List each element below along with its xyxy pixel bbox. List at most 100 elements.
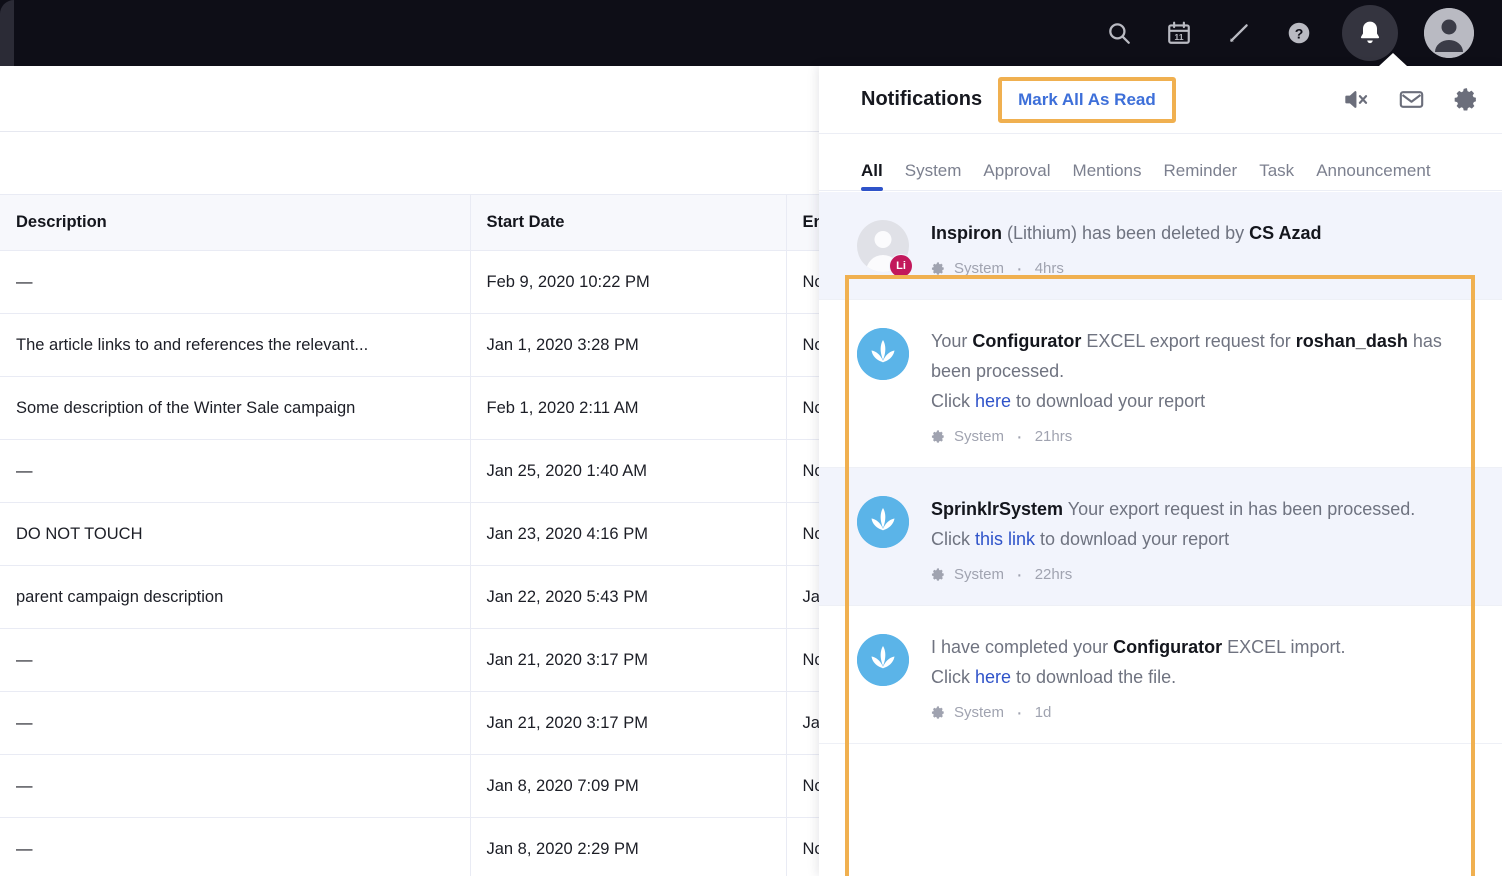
cell-start-date: Jan 21, 2020 3:17 PM: [470, 691, 787, 755]
notification-emphasis: Configurator: [1113, 637, 1223, 657]
gear-icon: [931, 261, 946, 276]
notification-emphasis: Configurator: [972, 331, 1082, 351]
panel-pointer-arrow: [1379, 53, 1407, 66]
notifications-panel-header: Notifications Mark All As Read: [819, 66, 1502, 134]
notification-message: Your Configurator EXCEL export request f…: [931, 326, 1472, 416]
envelope-icon[interactable]: [1398, 86, 1425, 113]
notification-body: SprinklrSystem Your export request in ha…: [931, 494, 1472, 586]
gear-icon[interactable]: [1453, 86, 1480, 113]
svg-text:?: ?: [1295, 25, 1304, 41]
column-header-start-date[interactable]: Start Date: [470, 194, 787, 251]
meta-separator: ·: [1016, 563, 1023, 586]
cell-start-date: Jan 8, 2020 2:29 PM: [470, 817, 787, 876]
mute-icon[interactable]: [1343, 86, 1370, 113]
cell-description: —: [0, 754, 471, 818]
tab-task[interactable]: Task: [1259, 161, 1294, 190]
notification-emphasis: CS Azad: [1249, 223, 1322, 243]
notification-time: 22hrs: [1034, 566, 1073, 583]
notification-body: I have completed your Configurator EXCEL…: [931, 632, 1472, 724]
notification-emphasis: SprinklrSystem: [931, 499, 1064, 519]
sprinklr-logo-icon: [857, 328, 909, 380]
cell-start-date: Jan 25, 2020 1:40 AM: [470, 439, 787, 503]
toolbar-upper: [0, 66, 830, 132]
cell-description: DO NOT TOUCH: [0, 502, 471, 566]
tab-mentions[interactable]: Mentions: [1073, 161, 1142, 190]
notification-text: I have completed your: [931, 637, 1114, 657]
notification-item[interactable]: SprinklrSystem Your export request in ha…: [819, 468, 1502, 606]
notification-time: 1d: [1034, 704, 1052, 721]
user-avatar-icon[interactable]: [1424, 8, 1474, 58]
column-header-description[interactable]: Description: [0, 194, 471, 251]
cell-description: parent campaign description: [0, 565, 471, 629]
notification-source: System: [954, 260, 1005, 277]
meta-separator: ·: [1016, 257, 1023, 280]
notification-text: EXCEL import.: [1222, 637, 1346, 657]
search-icon[interactable]: [1102, 16, 1136, 50]
notification-link[interactable]: this link: [975, 529, 1035, 549]
notification-time: 21hrs: [1034, 428, 1073, 445]
notification-meta: System · 21hrs: [931, 425, 1472, 448]
cell-description: —: [0, 817, 471, 876]
app-root: 11 ? Description Start Date — Feb 9, 202…: [0, 0, 1502, 876]
pencil-icon[interactable]: [1222, 16, 1256, 50]
cell-description: —: [0, 628, 471, 692]
notification-meta: System · 4hrs: [931, 257, 1472, 280]
top-navigation-bar: 11 ?: [0, 0, 1502, 66]
gear-icon: [931, 567, 946, 582]
calendar-icon[interactable]: 11: [1162, 16, 1196, 50]
notification-emphasis: Inspiron: [931, 223, 1007, 243]
notification-time: 4hrs: [1034, 260, 1064, 277]
notification-text: Your: [931, 331, 973, 351]
notification-text: to download your report: [1035, 529, 1230, 549]
notification-body: Inspiron (Lithium) has been deleted by C…: [931, 218, 1472, 280]
avatar-channel-badge: Li: [889, 254, 913, 278]
notification-source: System: [954, 704, 1005, 721]
tab-reminder[interactable]: Reminder: [1164, 161, 1238, 190]
notification-item[interactable]: Your Configurator EXCEL export request f…: [819, 300, 1502, 468]
notification-link[interactable]: here: [975, 667, 1011, 687]
notification-text: EXCEL export request for: [1081, 331, 1296, 351]
notification-avatar-wrapper: [857, 632, 913, 721]
top-nav-icon-group: 11 ?: [1102, 5, 1502, 61]
notification-source: System: [954, 566, 1005, 583]
cell-start-date: Feb 1, 2020 2:11 AM: [470, 376, 787, 440]
notification-link[interactable]: here: [975, 391, 1011, 411]
avatar-head: [874, 231, 892, 248]
notifications-list[interactable]: Li Inspiron (Lithium) has been deleted by…: [819, 192, 1502, 876]
tab-system[interactable]: System: [905, 161, 962, 190]
notification-meta: System · 1d: [931, 701, 1472, 724]
cell-description: Some description of the Winter Sale camp…: [0, 376, 471, 440]
notification-item[interactable]: I have completed your Configurator EXCEL…: [819, 606, 1502, 744]
calendar-day-label: 11: [1174, 32, 1183, 42]
mark-all-as-read-button[interactable]: Mark All As Read: [1018, 90, 1156, 110]
main-content-pane: Description Start Date End Date —Feb 9, …: [0, 66, 987, 876]
tab-announcement[interactable]: Announcement: [1316, 161, 1430, 190]
cell-start-date: Jan 1, 2020 3:28 PM: [470, 313, 787, 377]
meta-separator: ·: [1016, 701, 1023, 724]
notification-text: Click: [931, 667, 975, 687]
cell-start-date: Jan 23, 2020 4:16 PM: [470, 502, 787, 566]
notification-text: has been deleted by: [1077, 223, 1250, 243]
help-icon[interactable]: ?: [1282, 16, 1316, 50]
cell-start-date: Jan 22, 2020 5:43 PM: [470, 565, 787, 629]
notification-text: to download the file.: [1011, 667, 1177, 687]
cell-start-date: Jan 8, 2020 7:09 PM: [470, 754, 787, 818]
notification-avatar-wrapper: [857, 326, 913, 445]
meta-separator: ·: [1016, 425, 1023, 448]
toolbar-lower: [0, 132, 830, 194]
notification-message: I have completed your Configurator EXCEL…: [931, 632, 1472, 692]
notification-meta: System · 22hrs: [931, 563, 1472, 586]
notification-text: Click: [931, 529, 975, 549]
notification-text: Your export request in has been processe…: [1063, 499, 1416, 519]
gear-icon: [931, 429, 946, 444]
notification-item[interactable]: Li Inspiron (Lithium) has been deleted by…: [819, 192, 1502, 300]
gear-icon: [931, 705, 946, 720]
tab-all[interactable]: All: [861, 161, 883, 191]
app-corner-accent: [0, 0, 14, 66]
notification-text: to download your report: [1011, 391, 1206, 411]
notification-body: Your Configurator EXCEL export request f…: [931, 326, 1472, 448]
panel-title: Notifications: [861, 88, 983, 110]
notification-text: Click: [931, 391, 975, 411]
tab-approval[interactable]: Approval: [983, 161, 1050, 190]
panel-header-icon-group: [1343, 86, 1480, 113]
